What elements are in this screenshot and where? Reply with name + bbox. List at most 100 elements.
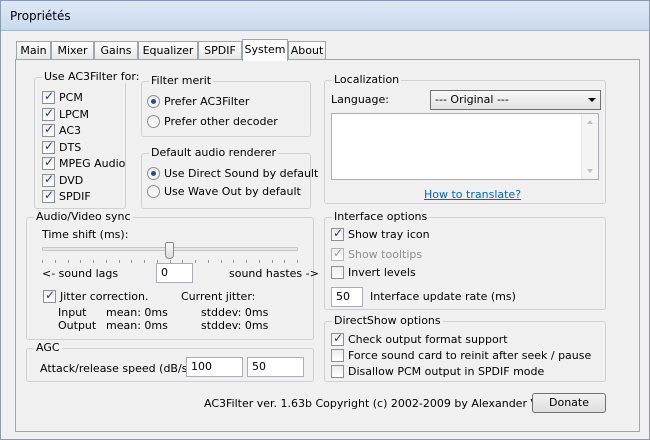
prefer-other-radio[interactable] [147, 115, 160, 128]
slider-tick [207, 260, 209, 263]
translation-listbox[interactable] [331, 113, 599, 180]
tab-main[interactable]: Main [16, 41, 51, 60]
dts-label: DTS [59, 141, 82, 154]
slider-tick [271, 260, 273, 263]
how-to-translate-link[interactable]: How to translate? [424, 188, 521, 201]
update-rate-label: Interface update rate (ms) [370, 290, 516, 303]
language-value: --- Original --- [435, 93, 509, 106]
audio-renderer-title: Default audio renderer [149, 146, 279, 159]
scroll-up-icon[interactable] [587, 120, 593, 124]
donate-button[interactable]: Donate [532, 393, 606, 413]
av-sync-title: Audio/Video sync [34, 210, 133, 223]
disallow-pcm-checkbox[interactable] [331, 365, 344, 378]
dvd-checkbox[interactable] [42, 172, 55, 187]
ac3-label: AC3 [59, 124, 82, 137]
tab-spdif[interactable]: SPDIF [198, 41, 242, 60]
attack-release-label: Attack/release speed (dB/s): [40, 362, 196, 375]
invert-levels-label: Invert levels [348, 266, 416, 279]
directshow-options-title: DirectShow options [332, 314, 443, 327]
lpcm-label: LPCM [59, 108, 89, 121]
slider-tick [54, 260, 56, 263]
prefer-ac3filter-label: Prefer AC3Filter [164, 95, 250, 108]
attack-speed-input[interactable]: 100 [186, 357, 243, 377]
slider-tick [258, 260, 260, 263]
scroll-down-icon[interactable] [587, 169, 593, 173]
dts-checkbox[interactable] [42, 139, 55, 154]
audio-renderer-group: Default audio renderer [141, 146, 311, 209]
mpeg-audio-label: MPEG Audio [59, 157, 126, 170]
slider-tick [297, 260, 298, 263]
direct-sound-radio[interactable] [147, 167, 160, 180]
slider-tick [144, 260, 145, 263]
jitter-correction-label: Jitter correction. [60, 290, 149, 303]
slider-tick [93, 260, 94, 263]
slider-tick [195, 260, 196, 263]
filter-merit-group: Filter merit [141, 74, 311, 137]
dvd-label: DVD [59, 174, 84, 187]
window-title: Propriétés [10, 9, 71, 23]
slider-tick [80, 260, 82, 263]
current-jitter-label: Current jitter: [181, 290, 256, 303]
release-speed-input[interactable]: 50 [247, 357, 304, 377]
output-label: Output [58, 319, 97, 332]
slider-tick [118, 260, 120, 263]
localization-title: Localization [332, 73, 402, 86]
dropdown-arrow-icon [588, 98, 596, 102]
copyright-text: AC3Filter ver. 1.63b Copyright (c) 2002-… [204, 397, 580, 410]
sound-lags-label: <- sound lags [42, 267, 119, 280]
slider-tick [105, 260, 107, 263]
filter-merit-title: Filter merit [149, 74, 214, 87]
tab-mixer[interactable]: Mixer [51, 41, 94, 60]
direct-sound-label: Use Direct Sound by default [164, 167, 319, 180]
force-reinit-label: Force sound card to reinit after seek / … [348, 349, 592, 362]
mpeg-audio-checkbox[interactable] [42, 155, 55, 170]
slider-tick [233, 260, 235, 263]
wave-out-radio[interactable] [147, 185, 160, 198]
prefer-ac3filter-radio[interactable] [147, 95, 160, 108]
force-reinit-checkbox[interactable] [331, 349, 344, 362]
slider-tick [284, 260, 286, 263]
language-label: Language: [331, 93, 389, 106]
properties-window: Propriétés Main Mixer Gains Equalizer SP… [0, 0, 650, 440]
input-mean-value: mean: 0ms [106, 306, 168, 319]
slider-tick [220, 260, 222, 263]
invert-levels-checkbox[interactable] [331, 266, 344, 279]
check-output-format-checkbox[interactable] [331, 331, 344, 346]
tab-system[interactable]: System [242, 39, 288, 61]
agc-title: AGC [34, 341, 62, 354]
output-stddev-value: stddev: 0ms [201, 319, 269, 332]
input-stddev-value: stddev: 0ms [201, 306, 269, 319]
slider-tick [67, 260, 69, 263]
interface-options-title: Interface options [332, 210, 430, 223]
sound-hastes-label: sound hastes -> [229, 267, 319, 280]
spdif-checkbox[interactable] [42, 188, 55, 203]
system-tab-panel: Use AC3Filter for: PCM LPCM AC3 DTS MPEG… [15, 59, 640, 432]
use-ac3filter-title: Use AC3Filter for: [42, 70, 142, 83]
disallow-pcm-label: Disallow PCM output in SPDIF mode [348, 365, 545, 378]
spdif-label: SPDIF [59, 190, 91, 203]
tab-about[interactable]: About [288, 41, 326, 60]
time-shift-input[interactable]: 0 [156, 263, 193, 283]
check-output-format-label: Check output format support [348, 333, 508, 346]
prefer-other-label: Prefer other decoder [164, 115, 278, 128]
ac3-checkbox[interactable] [42, 122, 55, 137]
show-tray-icon-checkbox[interactable] [331, 226, 344, 241]
tab-gains[interactable]: Gains [94, 41, 138, 60]
show-tooltips-checkbox [331, 246, 344, 261]
update-rate-input[interactable]: 50 [331, 287, 363, 307]
language-select[interactable]: --- Original --- [430, 90, 601, 110]
listbox-scrollbar[interactable] [581, 114, 598, 179]
time-shift-slider-thumb[interactable] [165, 242, 174, 259]
output-mean-value: mean: 0ms [106, 319, 168, 332]
lpcm-checkbox[interactable] [42, 106, 55, 121]
input-label: Input [58, 306, 87, 319]
show-tray-icon-label: Show tray icon [348, 228, 430, 241]
pcm-label: PCM [59, 91, 83, 104]
slider-tick [246, 260, 247, 263]
tab-equalizer[interactable]: Equalizer [138, 41, 198, 60]
pcm-checkbox[interactable] [42, 89, 55, 104]
title-bar[interactable]: Propriétés [1, 1, 649, 31]
show-tooltips-label: Show tooltips [348, 248, 423, 261]
slider-tick [42, 260, 43, 263]
jitter-correction-checkbox[interactable] [43, 288, 56, 303]
